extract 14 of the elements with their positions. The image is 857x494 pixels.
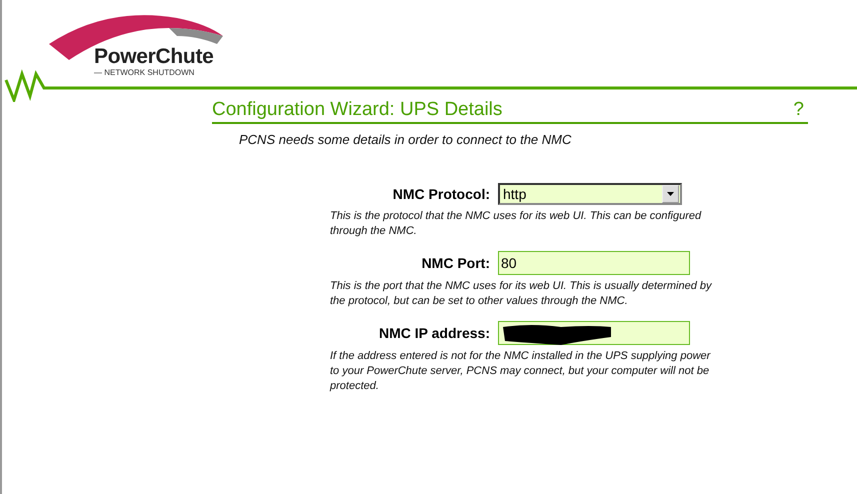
field-label: NMC Port: — [420, 255, 491, 271]
input-field[interactable]: 80 — [498, 251, 690, 275]
logo-tagline: — NETWORK SHUTDOWN — [94, 68, 196, 77]
dropdown-arrow-icon — [667, 192, 674, 196]
logo-wordmark: PowerChute — [94, 46, 214, 68]
field-help-text: If the address entered is not for the NMC installed in the UPS supplying power to your PowerChute server, PCNS may connect, but your computer will not be protected. — [330, 349, 712, 394]
field-label: NMC Protocol: — [392, 186, 491, 202]
field-help-text: This is the port that the NMC uses for its web UI. This is usually determined by the protocol, but can be set to other values through the NMC. — [330, 279, 713, 309]
protocol-dropdown[interactable]: http — [498, 183, 682, 205]
input-field[interactable] — [498, 321, 690, 345]
page-title: Configuration Wizard: UPS Details — [212, 98, 502, 122]
field-label: NMC IP address: — [378, 325, 491, 341]
field-help-text: This is the protocol that the NMC uses for its web UI. This can be configured through the NMC. — [330, 209, 702, 239]
intro-text: PCNS needs some details in order to connect to the NMC — [239, 132, 572, 147]
